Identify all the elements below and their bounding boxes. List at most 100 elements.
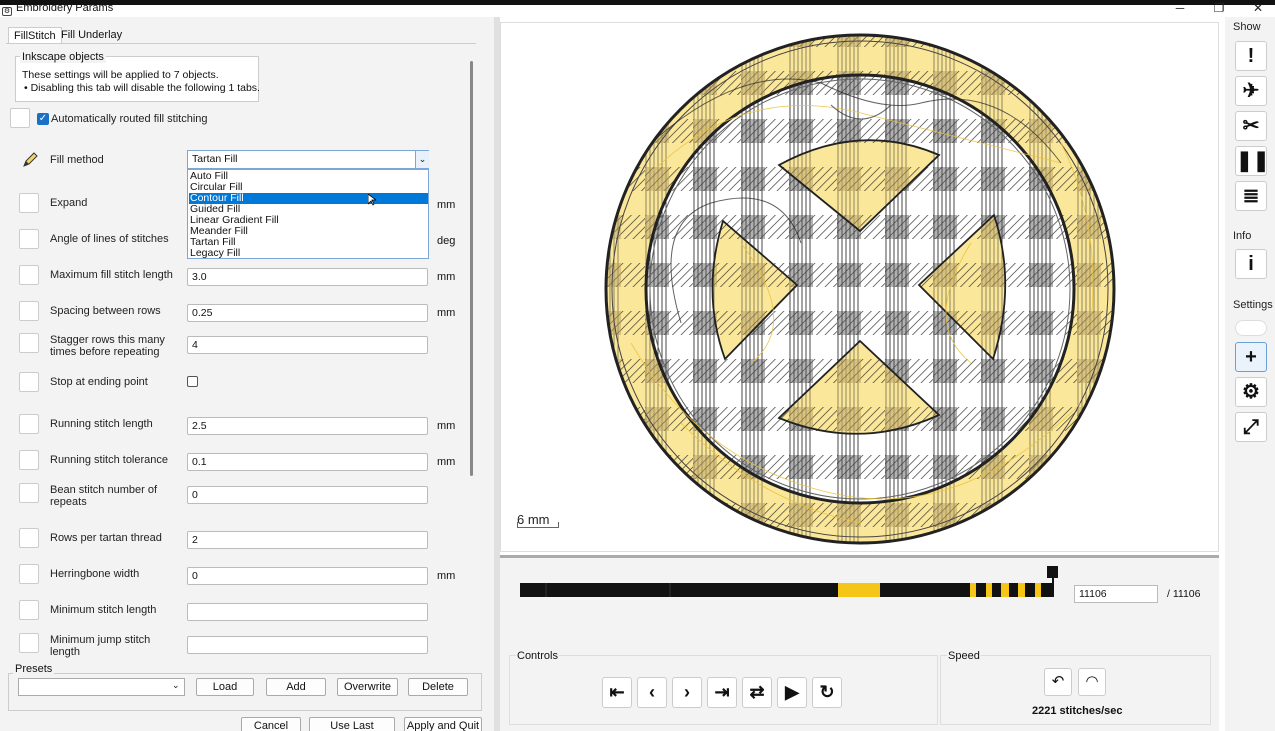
line-tool-icon[interactable]: ⤢ — [1235, 412, 1267, 442]
total-stitches: / 11106 — [1167, 588, 1201, 600]
use-last-settings-button[interactable]: Use Last Settings — [309, 717, 395, 731]
param-label: Minimum jump stitch length — [50, 634, 151, 658]
param-toggle-box[interactable] — [19, 600, 39, 620]
param-input[interactable]: 3.0 — [187, 268, 428, 286]
jump-to-start-icon[interactable]: ⇤ — [602, 677, 632, 708]
auto-route-toggle-box[interactable] — [10, 108, 30, 128]
param-unit: mm — [437, 420, 456, 432]
mouse-cursor-icon — [367, 193, 378, 206]
minimize-button[interactable]: ─ — [1170, 1, 1190, 15]
jump-stitch-icon[interactable]: ✈ — [1235, 76, 1267, 106]
tab-fill-underlay[interactable]: Fill Underlay — [56, 27, 127, 43]
param-toggle-box[interactable] — [19, 265, 39, 285]
param-input[interactable]: 0.25 — [187, 304, 428, 322]
pencil-icon[interactable] — [20, 150, 40, 170]
stop-pause-icon[interactable]: ❚❚ — [1235, 146, 1270, 176]
param-input[interactable] — [187, 603, 428, 621]
param-toggle-box[interactable] — [19, 450, 39, 470]
param-label: Expand — [50, 197, 88, 209]
params-scrollbar-thumb[interactable] — [470, 61, 473, 476]
step-forward-icon[interactable]: › — [672, 677, 702, 708]
apply-and-quit-button[interactable]: Apply and Quit — [404, 717, 482, 731]
restart-icon[interactable]: ↻ — [812, 677, 842, 708]
inkscape-objects-legend: Inkscape objects — [20, 51, 106, 63]
param-toggle-box[interactable] — [19, 333, 39, 353]
info-icon[interactable]: i — [1235, 249, 1267, 279]
param-input[interactable]: 2.5 — [187, 417, 428, 435]
show-section-label: Show — [1233, 21, 1261, 33]
fill-method-label: Fill method — [50, 154, 104, 166]
param-input[interactable]: 4 — [187, 336, 428, 354]
param-toggle-box[interactable] — [19, 564, 39, 584]
slower-icon[interactable]: ↶ — [1044, 668, 1072, 696]
param-unit: mm — [437, 570, 456, 582]
chevron-down-icon[interactable]: ⌄ — [172, 680, 180, 691]
param-unit: mm — [437, 271, 456, 283]
param-input[interactable]: 2 — [187, 531, 428, 549]
tab-divider — [6, 43, 476, 44]
param-input[interactable] — [187, 636, 428, 654]
timeline-drawing — [520, 583, 1054, 597]
param-toggle-box[interactable] — [19, 301, 39, 321]
load-button[interactable]: Load — [196, 678, 254, 696]
inkscape-info-line1: These settings will be applied to 7 obje… — [22, 69, 219, 81]
param-input[interactable]: 0.1 — [187, 453, 428, 471]
jump-to-end-icon[interactable]: ⇥ — [707, 677, 737, 708]
warning-icon[interactable]: ! — [1235, 41, 1267, 71]
timeline-handle[interactable] — [1047, 566, 1058, 578]
param-label: Bean stitch number of repeats — [50, 484, 158, 508]
param-toggle-box[interactable] — [19, 414, 39, 434]
param-label: Angle of lines of stitches — [50, 233, 169, 245]
auto-route-checkbox[interactable]: ✓ — [37, 113, 49, 125]
stitch-preview-canvas[interactable] — [500, 22, 1219, 552]
cancel-button[interactable]: Cancel — [241, 717, 301, 731]
speed-value: 2221 stitches/sec — [1032, 705, 1123, 717]
param-input[interactable]: 0 — [187, 567, 428, 585]
settings-section-label: Settings — [1233, 299, 1273, 311]
param-label: Minimum stitch length — [50, 604, 157, 616]
param-label: Rows per tartan thread — [50, 532, 162, 544]
chevron-down-icon[interactable]: ⌄ — [415, 151, 429, 168]
app-icon: ⚙ — [2, 7, 12, 16]
play-icon[interactable]: ▶ — [777, 677, 807, 708]
faster-icon[interactable]: ◠ — [1078, 668, 1106, 696]
param-toggle-box[interactable] — [19, 229, 39, 249]
fill-method-dropdown[interactable]: Auto Fill Circular Fill Contour Fill Gui… — [187, 169, 429, 259]
gear-icon[interactable]: ⚙ — [1235, 377, 1267, 407]
param-unit: mm — [437, 456, 456, 468]
delete-button[interactable]: Delete — [408, 678, 468, 696]
stitch-timeline[interactable] — [520, 583, 1054, 597]
stop-at-ending-point-checkbox[interactable] — [187, 376, 198, 387]
trim-scissors-icon[interactable]: ✂ — [1235, 111, 1267, 141]
param-label: Maximum fill stitch length — [50, 269, 173, 281]
step-back-icon[interactable]: ‹ — [637, 677, 667, 708]
settings-toggle[interactable] — [1235, 320, 1267, 336]
param-toggle-box[interactable] — [19, 483, 39, 503]
restore-button[interactable]: ❐ — [1209, 1, 1229, 15]
param-input[interactable]: 0 — [187, 486, 428, 504]
scale-label: 6 mm — [517, 512, 550, 527]
param-unit: mm — [437, 307, 456, 319]
param-toggle-box[interactable] — [19, 193, 39, 213]
close-button[interactable]: ✕ — [1248, 1, 1268, 15]
param-unit: deg — [437, 235, 456, 247]
fill-method-select[interactable]: Tartan Fill — [187, 150, 429, 169]
current-stitch-input[interactable]: 11106 — [1074, 585, 1158, 603]
param-toggle-box[interactable] — [19, 372, 39, 392]
preset-select[interactable] — [18, 678, 185, 696]
overwrite-button[interactable]: Overwrite — [337, 678, 398, 696]
direction-toggle-icon[interactable]: ⇄ — [742, 677, 772, 708]
controls-legend: Controls — [516, 650, 559, 662]
presets-legend: Presets — [13, 663, 55, 675]
crosshair-icon[interactable]: + — [1235, 342, 1267, 372]
param-toggle-box[interactable] — [19, 528, 39, 548]
auto-route-label: Automatically routed fill stitching — [51, 113, 208, 125]
color-change-icon[interactable]: ≣ — [1235, 181, 1267, 211]
param-label: Spacing between rows — [50, 305, 161, 317]
add-button[interactable]: Add — [266, 678, 326, 696]
param-label: Stop at ending point — [50, 376, 148, 388]
inner-disc — [644, 73, 1076, 505]
param-toggle-box[interactable] — [19, 633, 39, 653]
option-legacy-fill[interactable]: Legacy Fill — [189, 248, 428, 259]
tab-fillstitch[interactable]: FillStitch — [8, 27, 62, 43]
